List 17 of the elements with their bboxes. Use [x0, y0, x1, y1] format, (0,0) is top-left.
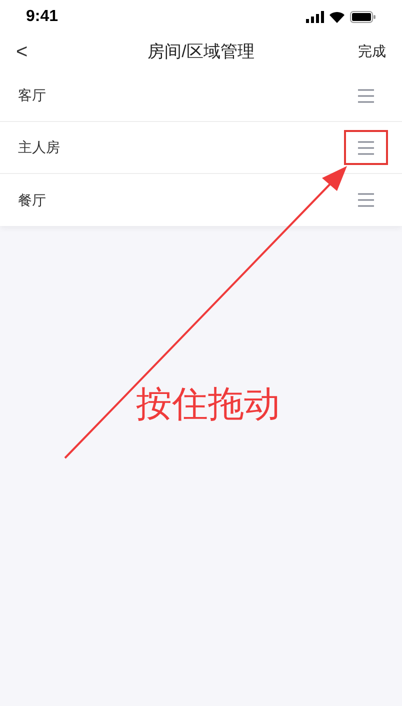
drag-handle-icon[interactable]: [358, 140, 374, 154]
room-name: 餐厅: [18, 190, 46, 210]
status-time: 9:41: [26, 6, 58, 26]
done-button[interactable]: 完成: [358, 41, 386, 62]
annotation-text: 按住拖动: [136, 386, 280, 422]
room-name: 客厅: [18, 86, 46, 105]
drag-handle-icon[interactable]: [358, 193, 374, 207]
room-name: 主人房: [18, 138, 60, 157]
wifi-icon: [329, 10, 345, 22]
page-title: 房间/区域管理: [148, 40, 254, 63]
room-row[interactable]: 主人房: [0, 122, 402, 174]
signal-icon: [306, 10, 324, 22]
drag-handle-icon[interactable]: [358, 88, 374, 102]
room-row[interactable]: 餐厅: [0, 174, 402, 226]
room-row[interactable]: 客厅: [0, 70, 402, 122]
back-button[interactable]: <: [16, 42, 28, 62]
battery-icon: [350, 10, 376, 22]
